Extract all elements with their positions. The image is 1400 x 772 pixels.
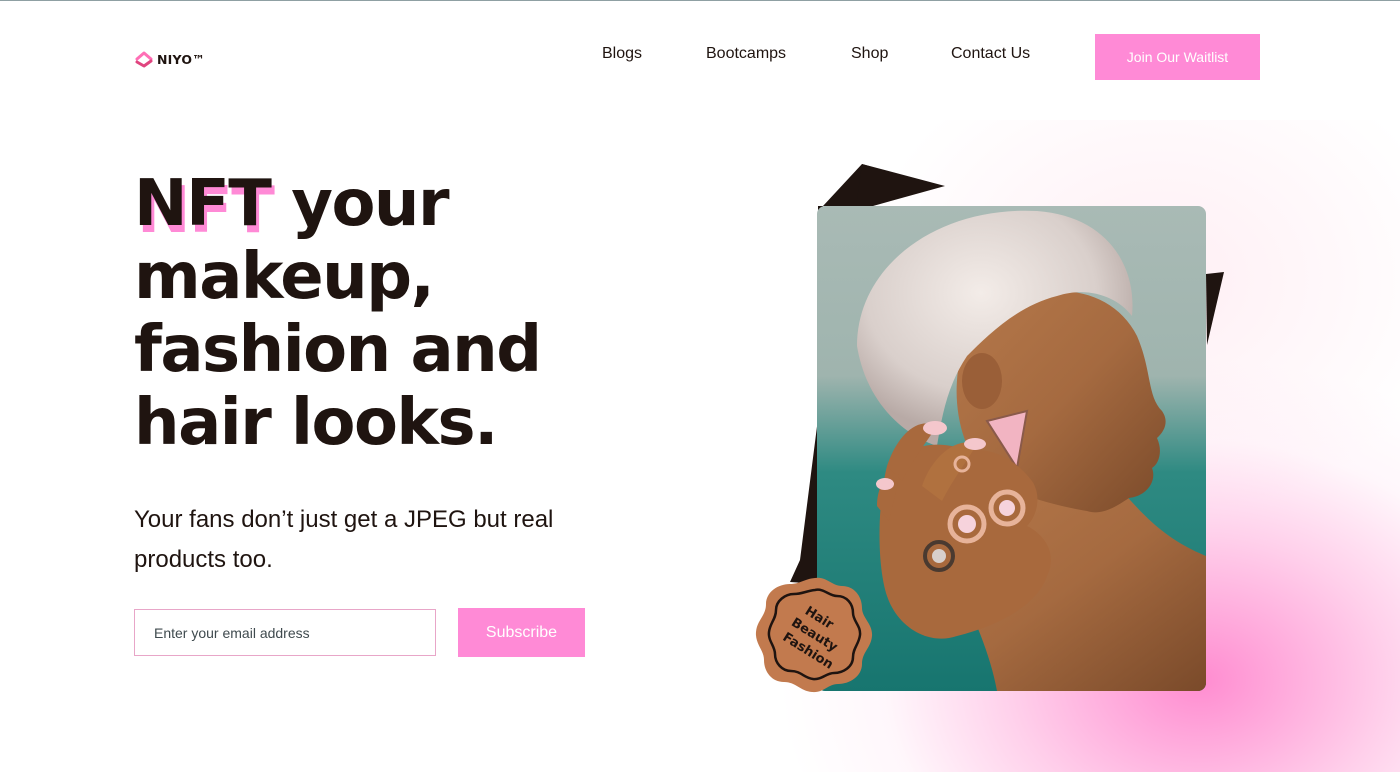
hero-title: NFT NFT your makeup, fashion and hair loo… [134,168,654,460]
nav-link-blogs[interactable]: Blogs [602,45,642,63]
hero-subtitle-line-2: products too. [134,546,273,573]
top-divider [0,0,1400,1]
hero-title-line-3: fashion and [134,313,542,387]
hero-subtitle-line-1: Your fans don’t just get a JPEG but real [134,506,554,533]
hero-title-line-1: NFT NFT your [134,167,654,248]
hero-title-highlight: NFT NFT [134,167,275,248]
email-input[interactable] [134,609,436,656]
hero-title-line-2: makeup, [134,240,435,314]
highlight-text: NFT [134,167,272,241]
niyo-logo-icon [135,51,153,68]
category-badge: Hair Beauty Fashion [755,577,873,693]
title-line1-rest: your [270,167,449,241]
logo[interactable]: NIYO™ [135,48,205,70]
nav-link-contact-us[interactable]: Contact Us [951,45,1030,63]
logo-text: NIYO™ [157,51,205,67]
hero-title-line-4: hair looks. [134,386,498,460]
nav-link-bootcamps[interactable]: Bootcamps [706,45,786,63]
hero-subtitle: Your fans don’t just get a JPEG but real… [134,500,604,580]
nav-link-shop[interactable]: Shop [851,45,888,63]
join-waitlist-button[interactable]: Join Our Waitlist [1095,34,1260,80]
subscribe-button[interactable]: Subscribe [458,608,585,657]
